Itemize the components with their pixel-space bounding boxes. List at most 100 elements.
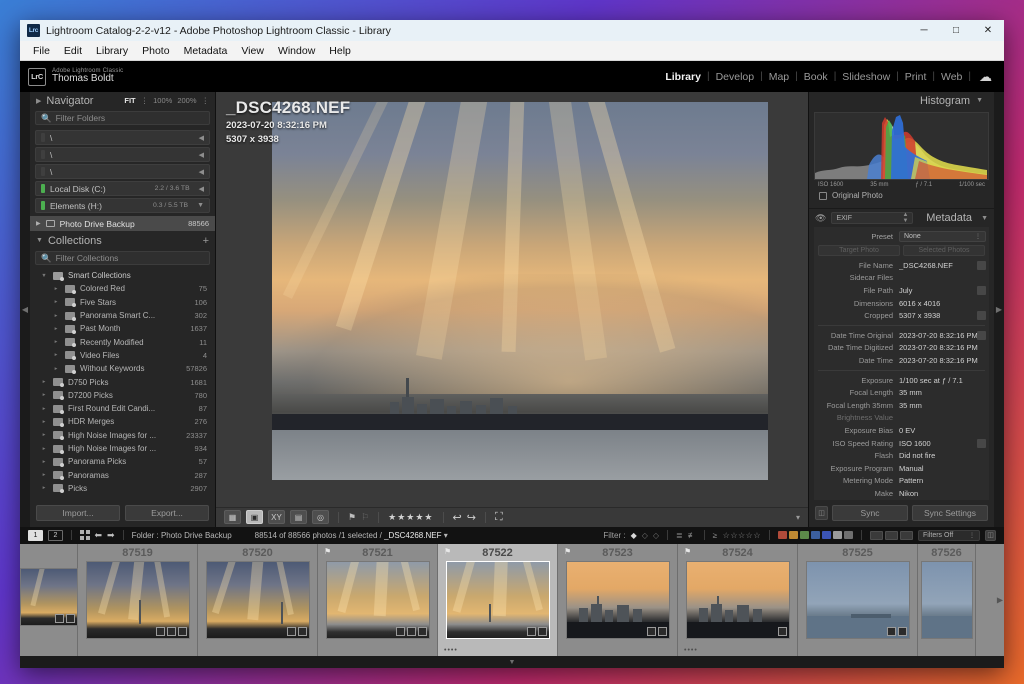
metadata-action-icon[interactable] [977, 438, 986, 448]
menu-library[interactable]: Library [89, 41, 135, 61]
chevron-right-icon[interactable]: ▸ [40, 406, 48, 412]
cloud-sync-icon[interactable]: ☁ [979, 69, 992, 85]
chevron-left-icon[interactable]: ◀ [199, 134, 204, 142]
collection-group-smart[interactable]: ▼ Smart Collections [30, 269, 215, 282]
chevron-right-icon[interactable]: ▸ [40, 392, 48, 398]
metadata-header[interactable]: 👁 EXIF ▲ ▼ Metadata ▼ [809, 209, 994, 227]
chevron-right-icon[interactable]: ▸ [40, 472, 48, 478]
filmstrip-scroll-right-icon[interactable]: ▶ [997, 595, 1003, 604]
loupe-view-icon[interactable]: ▣ [246, 510, 263, 525]
filter-flag-reject-icon[interactable]: ◇ [653, 531, 659, 540]
chevron-right-icon[interactable]: ▸ [40, 419, 48, 425]
module-book[interactable]: Book [798, 71, 834, 83]
close-button[interactable]: ✕ [972, 20, 1004, 41]
list-item[interactable]: ▸ Video Files 4 [30, 349, 215, 362]
chevron-down-icon[interactable]: ▼ [40, 273, 48, 279]
module-library[interactable]: Library [659, 71, 707, 83]
chevron-right-icon[interactable]: ▸ [52, 339, 60, 345]
volume-row-local-disk[interactable]: Local Disk (C:) 2.2 / 3.6 TB ◀ [35, 181, 210, 196]
rotate-left-icon[interactable]: ↩ [453, 511, 462, 524]
volume-row[interactable]: \ ◀ [35, 147, 210, 162]
list-item[interactable]: ▸ HDR Merges 276 [30, 415, 215, 428]
volume-row-elements[interactable]: Elements (H:) 0.3 / 5.5 TB ▼ [35, 198, 210, 213]
list-item[interactable]: ▸ Panoramas 287 [30, 468, 215, 481]
module-map[interactable]: Map [763, 71, 795, 83]
filter-button-1[interactable] [870, 530, 883, 540]
sort-descending-icon[interactable]: ≢ [688, 531, 696, 540]
flag-pick-icon[interactable]: ⚑ [444, 547, 451, 556]
thumbnail-image[interactable] [85, 560, 190, 639]
thumbnail-image[interactable] [920, 560, 973, 639]
people-view-icon[interactable]: ◎ [312, 510, 329, 525]
add-collection-icon[interactable]: + [203, 235, 209, 247]
thumbnail-image[interactable] [205, 560, 310, 639]
filter-rating-stars[interactable]: ☆☆☆☆☆ [723, 531, 761, 540]
menu-photo[interactable]: Photo [135, 41, 176, 61]
screen-1-button[interactable]: 1 [28, 529, 43, 541]
color-swatch-green[interactable] [800, 531, 809, 540]
metadata-action-icon[interactable] [977, 311, 986, 321]
list-item[interactable]: ▸ D7200 Picks 780 [30, 389, 215, 402]
module-web[interactable]: Web [935, 71, 968, 83]
list-item[interactable]: ▸ High Noise Images for ... 934 [30, 442, 215, 455]
filter-button-3[interactable] [900, 530, 913, 540]
tab-target-photo[interactable]: Target Photo [818, 245, 900, 256]
list-item[interactable]: 87525 [798, 543, 918, 656]
loupe-view-area[interactable]: _DSC4268.NEF 2023-07-20 8:32:16 PM 5307 … [216, 92, 808, 507]
chevron-right-icon[interactable]: ▸ [40, 379, 48, 385]
flag-pick-icon[interactable]: ⚑ [348, 512, 356, 523]
navigator-zoom-100[interactable]: 100% [153, 96, 172, 105]
maximize-button[interactable]: □ [940, 20, 972, 41]
list-item[interactable]: ⚑ 87524 •••• [678, 543, 798, 656]
original-photo-toggle[interactable]: Original Photo [819, 191, 984, 204]
histogram-graph[interactable] [814, 112, 989, 180]
chevron-right-icon[interactable]: ▶ [36, 220, 41, 227]
chevron-down-icon[interactable]: ▾ [444, 531, 448, 540]
list-item[interactable]: ⚑ 87523 [558, 543, 678, 656]
module-develop[interactable]: Develop [710, 71, 761, 83]
flag-pick-icon[interactable]: ⚑ [324, 547, 331, 556]
metadata-view-select[interactable]: EXIF ▲ ▼ [831, 212, 914, 224]
thumbnail-image[interactable] [685, 560, 790, 639]
list-item[interactable]: ▸ First Round Edit Candi... 87 [30, 402, 215, 415]
navigator-zoom-stepper-icon[interactable]: ⋮ [202, 96, 210, 105]
list-item[interactable]: ▸ Recently Modified 11 [30, 335, 215, 348]
grid-view-icon[interactable] [80, 530, 90, 540]
preset-select[interactable]: None ⋮ [899, 231, 986, 242]
checkbox-icon[interactable] [819, 191, 827, 200]
list-item[interactable]: ▸ D750 Picks 1681 [30, 375, 215, 388]
import-button[interactable]: Import... [36, 504, 120, 521]
survey-view-icon[interactable]: ▤ [290, 510, 307, 525]
sync-settings-button[interactable]: Sync Settings [912, 504, 988, 521]
metadata-visibility-icon[interactable]: 👁 [815, 213, 826, 224]
chevron-left-icon[interactable]: ◀ [199, 185, 204, 193]
chevron-right-icon[interactable]: ▸ [40, 432, 48, 438]
color-swatch-red[interactable] [778, 531, 787, 540]
list-item-selected[interactable]: ⚑ 87522 •••• [438, 543, 558, 656]
back-arrow-icon[interactable]: ⬅ [95, 530, 103, 541]
flag-reject-icon[interactable]: ⚐ [361, 512, 369, 523]
thumbnail-image[interactable] [805, 560, 910, 639]
chevron-right-icon[interactable]: ▸ [40, 485, 48, 491]
list-item[interactable]: ▸ Colored Red 75 [30, 282, 215, 295]
metadata-action-icon[interactable] [977, 260, 986, 270]
toolbar-options-caret[interactable]: ▾ [796, 513, 800, 522]
module-slideshow[interactable]: Slideshow [836, 71, 896, 83]
color-swatch-blue[interactable] [811, 531, 820, 540]
chevron-right-icon[interactable]: ▸ [52, 286, 60, 292]
filters-off-select[interactable]: Filters Off ⋮ [918, 529, 980, 541]
navigator-zoom-200[interactable]: 200% [177, 96, 196, 105]
metadata-value[interactable]: _DSC4268.NEF [899, 261, 977, 270]
folder-row-photo-drive-backup[interactable]: ▶ Photo Drive Backup 88566 [30, 216, 215, 231]
navigator-fit[interactable]: FIT [124, 96, 135, 105]
list-item[interactable]: 87526 [918, 543, 976, 656]
menu-help[interactable]: Help [322, 41, 358, 61]
list-item[interactable]: ▸ High Noise Images for ... 23337 [30, 429, 215, 442]
chevron-right-icon[interactable]: ▸ [52, 366, 60, 372]
sync-indicator-icon[interactable]: ◫ [815, 505, 828, 520]
collections-header[interactable]: ▼ Collections + [30, 232, 215, 249]
list-item[interactable]: ▸ Picks 2907 [30, 482, 215, 495]
filter-flag-none-icon[interactable]: ◇ [642, 531, 648, 540]
filter-flag-pick-icon[interactable]: ◆ [631, 531, 637, 540]
histogram-header[interactable]: Histogram ▼ [809, 92, 994, 109]
